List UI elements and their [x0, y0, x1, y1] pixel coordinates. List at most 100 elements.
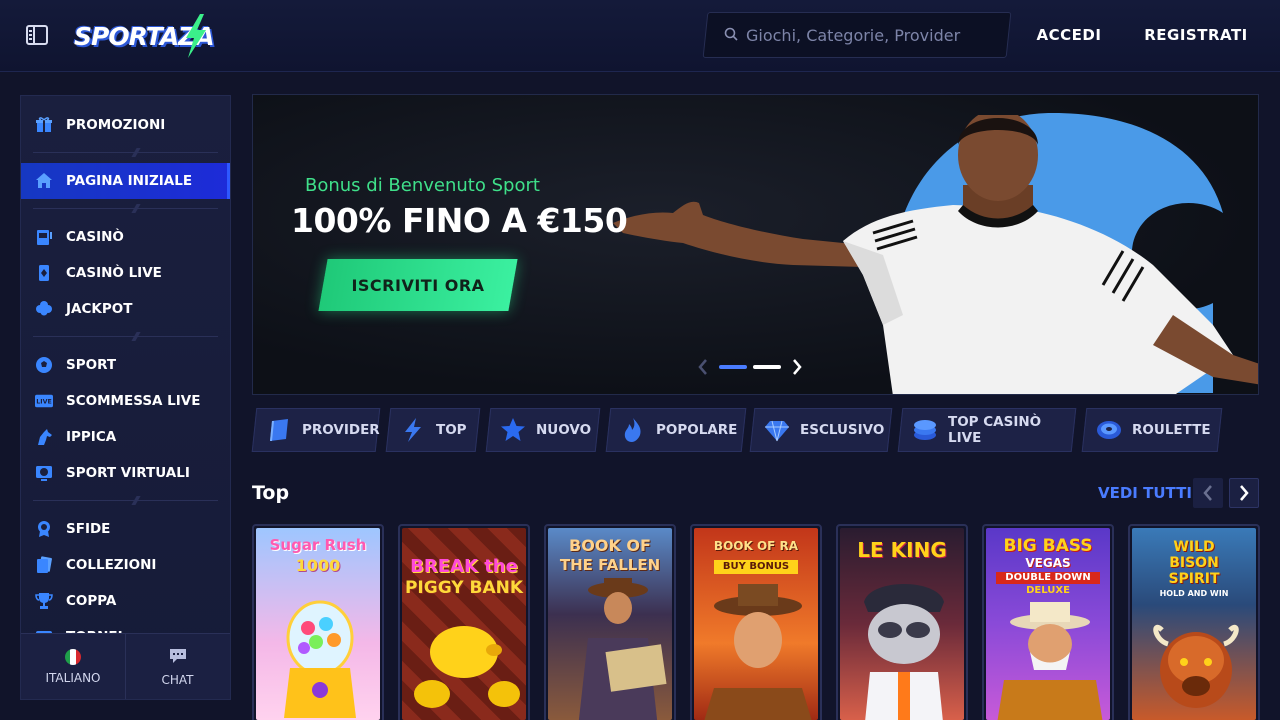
game-title: BIG BASS [1003, 536, 1093, 556]
game-title: BOOK OF RA [713, 539, 799, 553]
flame-icon [620, 417, 646, 443]
tab-label: TOP CASINÒ LIVE [948, 414, 1042, 446]
game-subtitle: THE FALLEN [559, 556, 661, 574]
scroll-left-button[interactable] [1193, 478, 1223, 508]
carousel-dot[interactable] [753, 365, 781, 369]
tab-top-casino-live[interactable]: TOP CASINÒ LIVE [900, 408, 1074, 452]
divider [33, 500, 218, 501]
scroll-right-button[interactable] [1229, 478, 1259, 508]
game-subtitle: VEGAS [1025, 556, 1071, 570]
game-card-book-of-ra[interactable]: BOOK OF RA BUY BONUS [690, 524, 822, 720]
chips-icon [912, 417, 938, 443]
gift-icon [35, 116, 53, 134]
divider [33, 208, 218, 209]
diamond-icon [764, 417, 790, 443]
game-card-break-the-piggy-bank[interactable]: BREAK the PIGGY BANK [398, 524, 530, 720]
section-title-top: Top [252, 482, 290, 504]
chevron-left-icon[interactable] [693, 357, 713, 377]
sidebar-item-label: PROMOZIONI [66, 117, 166, 133]
sidebar-item-sport-virtuali[interactable]: SPORT VIRTUALI [21, 455, 230, 491]
carousel-controls [693, 357, 807, 377]
clover-icon [35, 300, 53, 318]
horse-icon [35, 428, 53, 446]
language-button[interactable]: ITALIANO [21, 634, 125, 699]
soccer-ball-icon [35, 356, 53, 374]
sidebar-item-label: SPORT [66, 357, 117, 373]
tab-label: PROVIDER [302, 422, 380, 438]
live-badge-icon: LIVE [35, 392, 53, 410]
sidebar-item-promozioni[interactable]: PROMOZIONI [21, 107, 230, 143]
italy-flag-icon [65, 649, 81, 665]
adventurer-character-image [704, 584, 812, 720]
sidebar-item-label: CASINÒ LIVE [66, 265, 162, 281]
search-input[interactable] [746, 22, 996, 48]
sidebar-item-sfide[interactable]: SFIDE [21, 511, 230, 547]
raccoon-character-image [864, 584, 944, 720]
lightning-logo-icon [186, 14, 206, 58]
tab-provider[interactable]: PROVIDER [254, 408, 380, 452]
sidebar-item-casino[interactable]: CASINÒ [21, 219, 230, 255]
lightning-icon [400, 417, 426, 443]
chat-button[interactable]: CHAT [125, 634, 229, 699]
roulette-icon [1096, 417, 1122, 443]
sidebar-item-jackpot[interactable]: JACKPOT [21, 291, 230, 327]
see-all-link[interactable]: VEDI TUTTI [1098, 484, 1192, 502]
game-card-le-king[interactable]: LE KING [836, 524, 968, 720]
bison-image [1153, 624, 1239, 708]
sidebar-item-ippica[interactable]: IPPICA [21, 419, 230, 455]
chevron-right-icon[interactable] [787, 357, 807, 377]
tab-top[interactable]: TOP [388, 408, 478, 452]
sidebar-item-collezioni[interactable]: COLLEZIONI [21, 547, 230, 583]
game-title: Sugar Rush [269, 536, 367, 554]
sidebar-item-label: CASINÒ [66, 229, 124, 245]
header: SPORTAZA ACCEDI REGISTRATI [0, 0, 1280, 72]
gumball-machine-image [284, 600, 356, 718]
promo-banner[interactable]: Bonus di Benvenuto Sport 100% FINO A €15… [252, 94, 1259, 395]
logo[interactable]: SPORTAZA [74, 14, 215, 58]
sidebar-item-home[interactable]: PAGINA INIZIALE [21, 163, 230, 199]
game-subtitle: BISON [1169, 555, 1219, 571]
game-title: BOOK OF [569, 536, 651, 555]
login-button[interactable]: ACCEDI [1021, 12, 1117, 58]
carousel-dot-active[interactable] [719, 365, 747, 369]
tab-esclusivo[interactable]: ESCLUSIVO [752, 408, 890, 452]
home-icon [35, 172, 53, 190]
language-label: ITALIANO [45, 671, 101, 685]
tab-label: NUOVO [536, 422, 592, 438]
sidebar-item-coppa[interactable]: COPPA [21, 583, 230, 619]
banner-title: 100% FINO A €150 [291, 201, 628, 240]
game-card-sugar-rush[interactable]: Sugar Rush 1000 [252, 524, 384, 720]
sidebar-item-sport[interactable]: SPORT [21, 347, 230, 383]
sidebar-toggle-icon[interactable] [26, 25, 48, 45]
trophy-icon [35, 592, 53, 610]
virtual-sport-icon [35, 464, 53, 482]
banner-subtitle: Bonus di Benvenuto Sport [305, 175, 540, 196]
chat-icon [169, 648, 187, 667]
sidebar-item-live-betting[interactable]: LIVE SCOMMESSA LIVE [21, 383, 230, 419]
tab-label: POPOLARE [656, 422, 738, 438]
game-edition: DELUXE [1026, 585, 1070, 596]
signup-button-label: ISCRIVITI ORA [351, 275, 485, 295]
divider [33, 336, 218, 337]
sidebar-item-label: COLLEZIONI [66, 557, 157, 573]
game-subtitle: BUY BONUS [714, 560, 798, 574]
game-card-wild-bison-spirit[interactable]: WILD BISON SPIRIT HOLD AND WIN [1128, 524, 1260, 720]
game-card-big-bass-vegas[interactable]: BIG BASS VEGAS DOUBLE DOWN DELUXE [982, 524, 1114, 720]
tab-nuovo[interactable]: NUOVO [488, 408, 598, 452]
tab-roulette[interactable]: ROULETTE [1084, 408, 1220, 452]
tab-label: TOP [436, 422, 467, 438]
explorer-character-image [578, 578, 667, 720]
sidebar-item-label: PAGINA INIZIALE [66, 173, 193, 189]
slot-machine-icon [35, 228, 53, 246]
register-button[interactable]: REGISTRATI [1131, 12, 1261, 58]
signup-button[interactable]: ISCRIVITI ORA [323, 259, 513, 311]
star-icon [500, 417, 526, 443]
tab-popolare[interactable]: POPOLARE [608, 408, 744, 452]
game-card-book-of-the-fallen[interactable]: BOOK OF THE FALLEN [544, 524, 676, 720]
collection-icon [35, 556, 53, 574]
sidebar-item-casino-live[interactable]: CASINÒ LIVE [21, 255, 230, 291]
game-title: WILD [1173, 539, 1215, 555]
chevron-left-icon [1203, 485, 1212, 501]
sidebar-item-label: SFIDE [66, 521, 111, 537]
football-player-image [613, 115, 1258, 394]
